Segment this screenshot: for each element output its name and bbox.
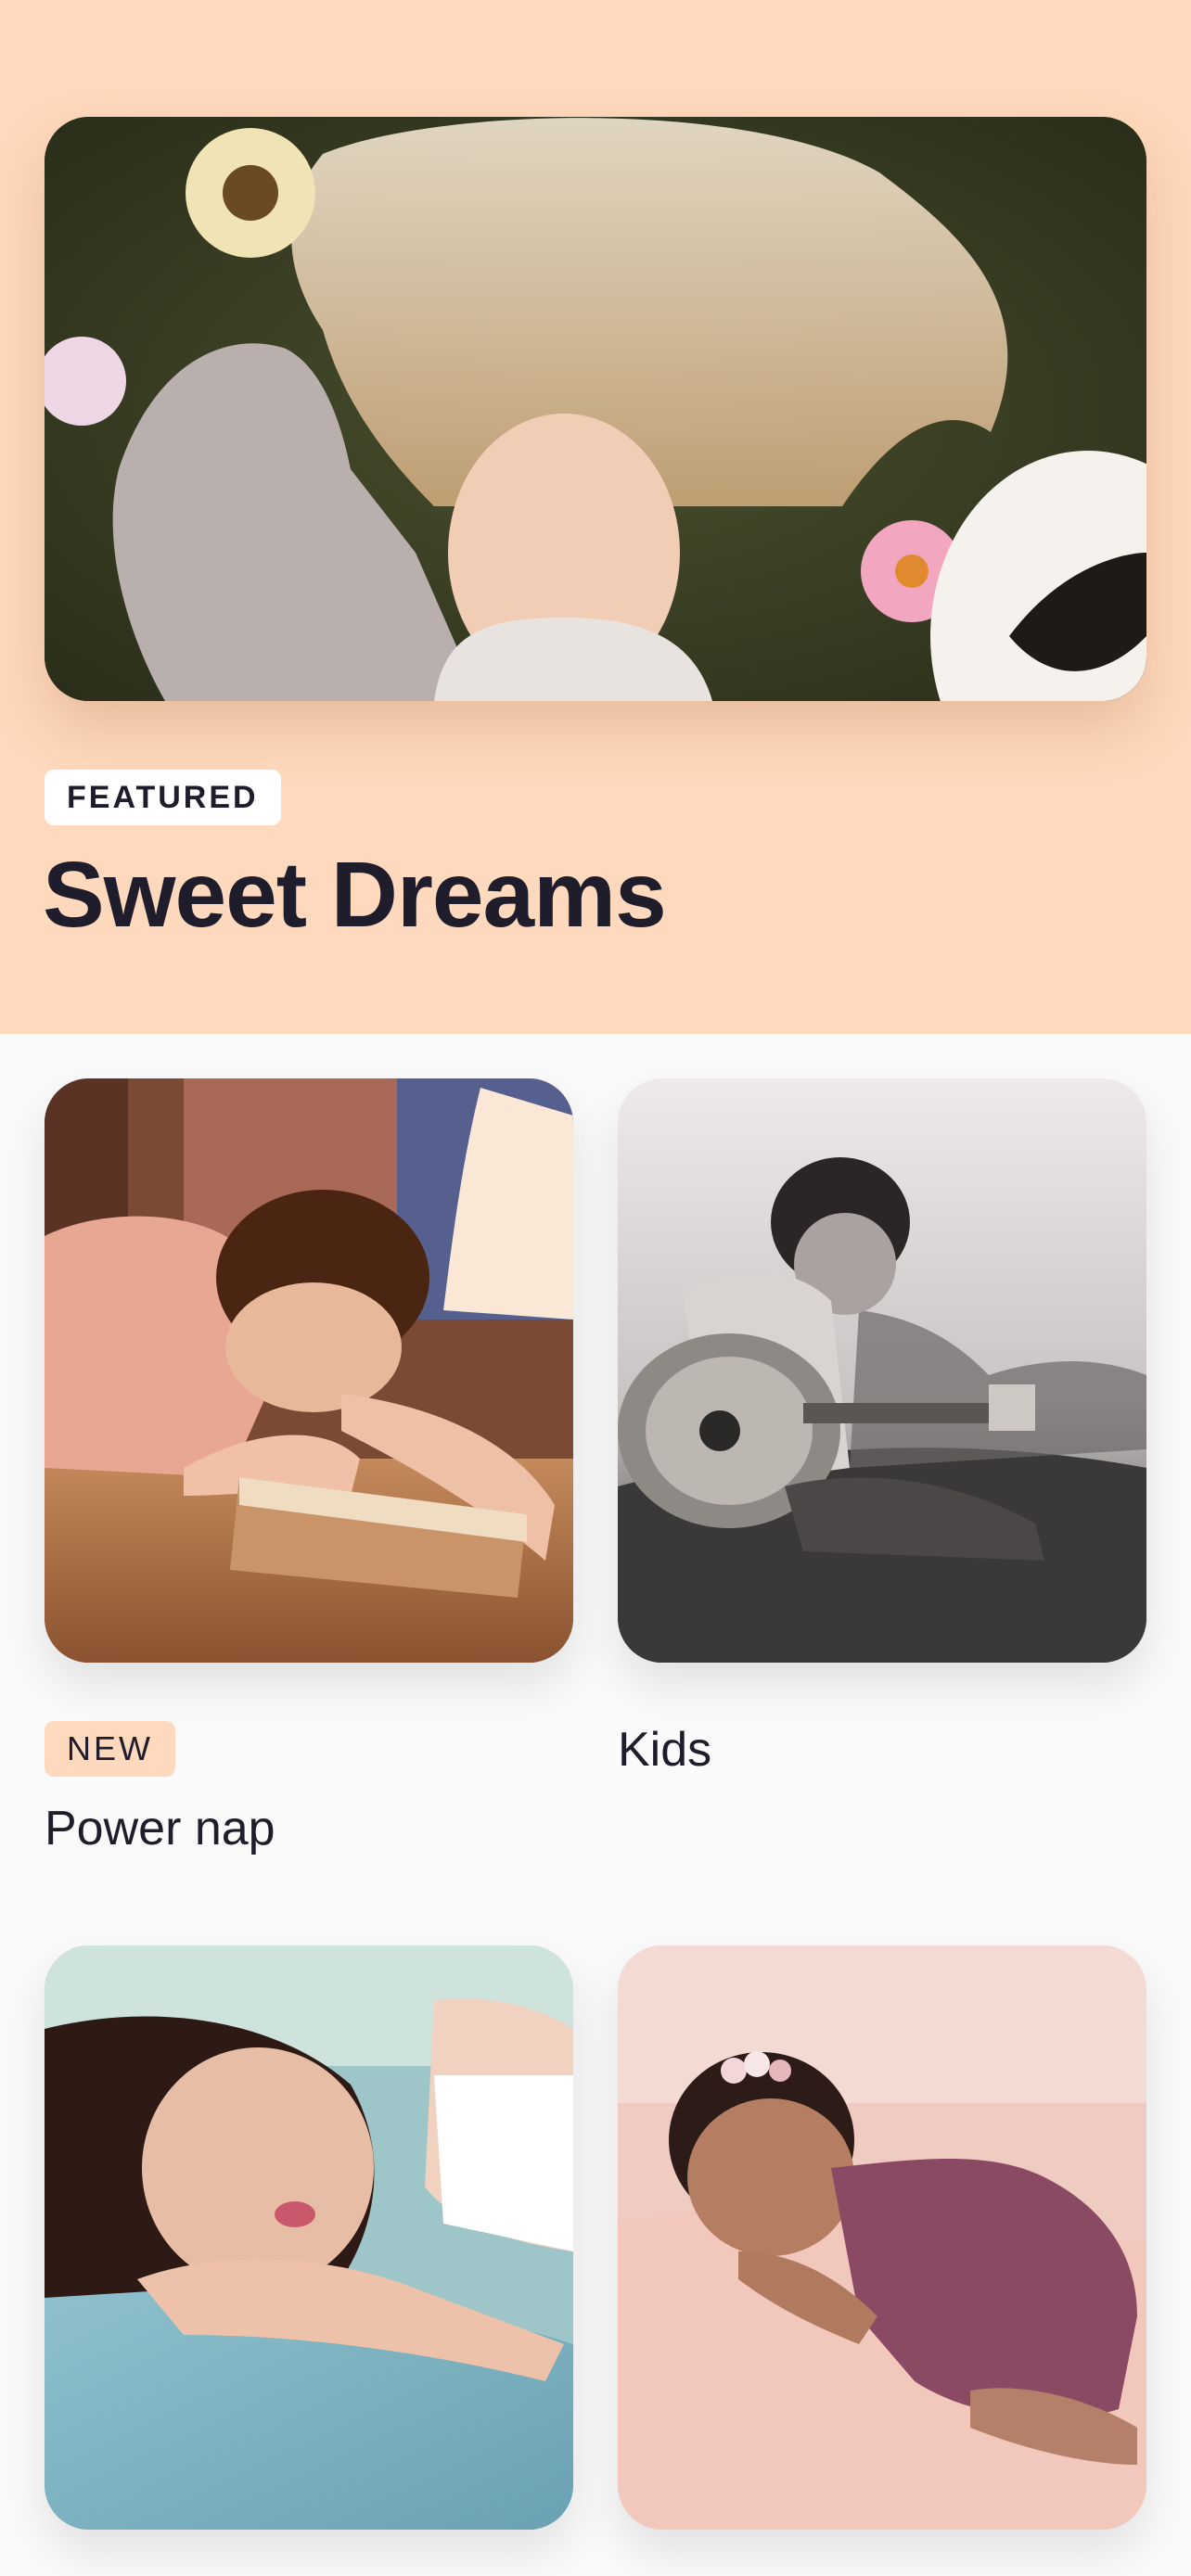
- card-title-kids[interactable]: Kids: [618, 1720, 711, 1779]
- featured-section: FEATURED Sweet Dreams: [0, 0, 1191, 1034]
- card-sleeping-baby[interactable]: [618, 1945, 1146, 2530]
- featured-badge: FEATURED: [45, 770, 281, 825]
- kids-image: [618, 1078, 1146, 1663]
- sleeping-woman-image: [45, 1945, 573, 2530]
- card-title-power-nap[interactable]: Power nap: [45, 1799, 275, 1858]
- featured-image: [45, 117, 1146, 701]
- featured-title[interactable]: Sweet Dreams: [43, 839, 667, 950]
- card-sleeping-woman[interactable]: [45, 1945, 573, 2530]
- sleeping-baby-image: [618, 1945, 1146, 2530]
- card-kids[interactable]: [618, 1078, 1146, 1663]
- card-power-nap[interactable]: [45, 1078, 573, 1663]
- power-nap-image: [45, 1078, 573, 1663]
- new-badge: NEW: [45, 1721, 175, 1777]
- featured-card[interactable]: [45, 117, 1146, 701]
